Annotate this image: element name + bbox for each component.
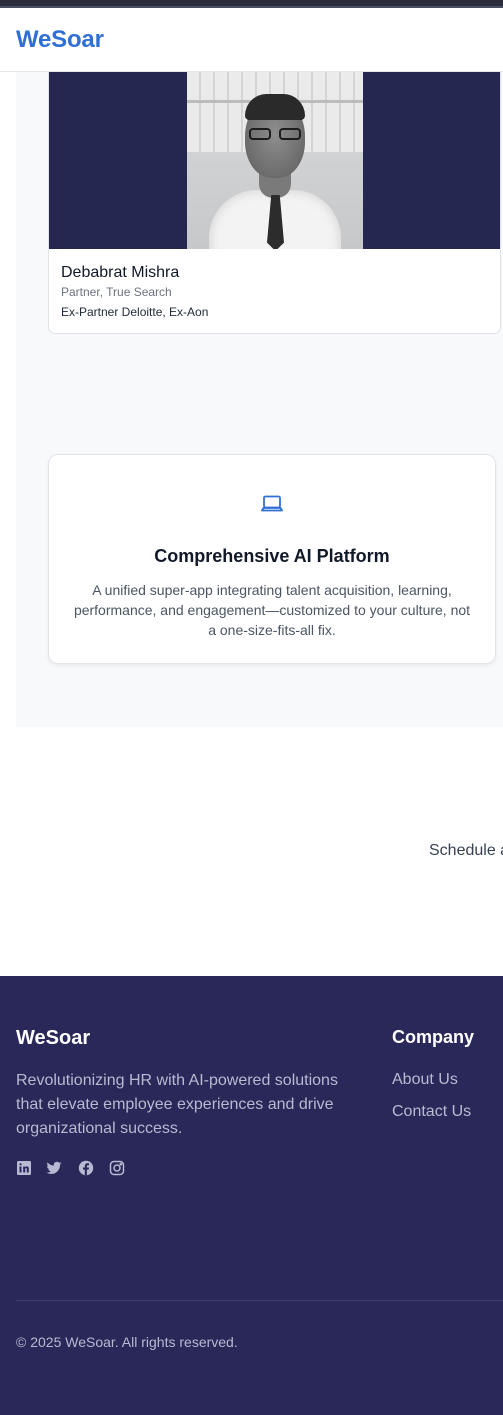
footer-company-heading: Company [392,1027,475,1047]
feature-description: A unified super-app integrating talent a… [73,582,471,638]
profile-banner [49,72,500,249]
profile-photo [187,72,363,249]
schedule-cta[interactable]: Schedule a [429,842,503,860]
feature-title: Comprehensive AI Platform [154,546,390,566]
profile-name: Debabrat Mishra [61,264,180,281]
feature-card: Comprehensive AI Platform A unified supe… [48,454,496,664]
site-header: WeSoar [0,8,503,72]
profile-role: Partner, True Search [61,285,172,299]
footer-link-contact-us[interactable]: Contact Us [392,1103,471,1121]
profile-experience: Ex-Partner Deloitte, Ex-Aon [61,305,209,319]
instagram-icon[interactable] [109,1160,125,1176]
footer-brand: WeSoar [16,1027,91,1049]
site-footer: WeSoar Revolutionizing HR with AI-powere… [0,976,503,1415]
footer-tagline: Revolutionizing HR with AI-powered solut… [16,1072,338,1137]
footer-divider [16,1300,503,1301]
profile-card: Debabrat Mishra Partner, True Search Ex-… [48,72,501,334]
linkedin-icon[interactable] [16,1160,32,1176]
laptop-icon [261,495,283,512]
page: WeSoar Debabrat Mishra Partner, True Sea… [0,0,503,1415]
copyright-text: © 2025 WeSoar. All rights reserved. [16,1334,238,1350]
facebook-icon[interactable] [78,1160,94,1176]
logo[interactable]: WeSoar [16,26,104,54]
footer-link-about-us[interactable]: About Us [392,1071,458,1089]
top-strip [0,0,503,8]
twitter-icon[interactable] [46,1160,62,1176]
